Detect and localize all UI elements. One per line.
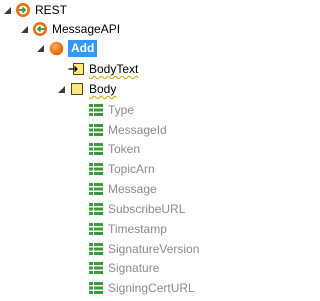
tree-node-label: REST [35, 3, 68, 17]
tree-node-message-api[interactable]: MessageAPI [20, 20, 120, 38]
field-icon [89, 282, 103, 294]
tree-node-field[interactable]: Token [89, 140, 140, 158]
tree-node-field[interactable]: Type [89, 101, 134, 119]
structure-icon [71, 83, 83, 95]
field-label: SubscribeURL [108, 202, 186, 216]
field-icon [89, 163, 103, 175]
field-label: Signature [108, 261, 160, 275]
api-connector-icon [33, 22, 47, 36]
tree-node-body-text[interactable]: BodyText [68, 60, 138, 78]
tree-node-add[interactable]: Add [36, 39, 98, 57]
field-icon [89, 243, 103, 255]
field-icon [89, 104, 103, 116]
field-label: SigningCertURL [108, 281, 195, 295]
tree-node-label: MessageAPI [52, 22, 121, 36]
field-label: Token [108, 142, 141, 156]
tree-node-field[interactable]: SignatureVersion [89, 240, 199, 258]
field-label: MessageId [108, 123, 167, 137]
input-param-icon [68, 63, 84, 75]
field-icon [89, 203, 103, 215]
field-icon [89, 124, 103, 136]
field-label: TopicArn [108, 162, 155, 176]
expanded-caret-icon[interactable] [20, 25, 29, 34]
tree-node-rest[interactable]: REST [3, 1, 67, 19]
tree-node-label-selected: Add [68, 39, 98, 57]
tree-node-field[interactable]: MessageId [89, 121, 167, 139]
expanded-caret-icon[interactable] [36, 44, 45, 53]
tree-node-field[interactable]: Signature [89, 259, 159, 277]
field-icon [89, 262, 103, 274]
expanded-caret-icon[interactable] [3, 6, 12, 15]
field-icon [89, 183, 103, 195]
field-label: Type [108, 103, 135, 117]
field-label: Timestamp [108, 222, 167, 236]
tree-node-field[interactable]: SigningCertURL [89, 279, 195, 297]
tree-node-field[interactable]: Message [89, 180, 157, 198]
tree-node-body[interactable]: Body [57, 80, 116, 98]
tree-node-label: Body [89, 82, 117, 96]
rest-connector-icon [16, 3, 30, 17]
expanded-caret-icon[interactable] [57, 85, 66, 94]
tree-node-field[interactable]: TopicArn [89, 160, 155, 178]
tree-node-label: BodyText [89, 62, 139, 76]
tree-node-field[interactable]: Timestamp [89, 220, 167, 238]
field-icon [89, 143, 103, 155]
tree-view: REST MessageAPI Add BodyText Body Type M… [0, 0, 271, 301]
tree-node-field[interactable]: SubscribeURL [89, 200, 185, 218]
field-label: Message [108, 182, 157, 196]
method-icon [49, 41, 64, 55]
field-label: SignatureVersion [108, 242, 200, 256]
field-icon [89, 223, 103, 235]
